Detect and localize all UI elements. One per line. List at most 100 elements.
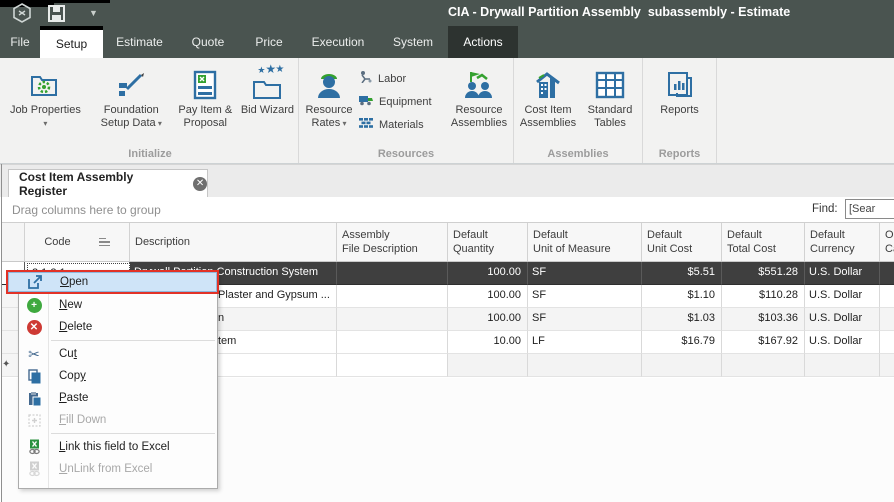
- grid-header-row: Code Description AssemblyFile Descriptio…: [2, 223, 894, 262]
- cell-clipped[interactable]: [880, 331, 894, 354]
- cell-default-quantity[interactable]: 100.00: [448, 308, 528, 331]
- cell-default-unit-cost[interactable]: $16.79: [642, 331, 722, 354]
- cell-default-quantity[interactable]: 100.00: [448, 285, 528, 308]
- open-icon: [27, 274, 43, 295]
- column-header-default-unit-cost[interactable]: DefaultUnit Cost: [642, 223, 722, 261]
- cell-default-uom[interactable]: LF: [528, 331, 642, 354]
- job-properties-button[interactable]: Job Properties: [2, 62, 89, 130]
- cell-assembly-file-description[interactable]: [337, 308, 448, 331]
- mouse-cursor: ✦: [2, 359, 10, 370]
- tab-price[interactable]: Price: [240, 26, 298, 58]
- cell-default-uom[interactable]: SF: [528, 262, 642, 285]
- cell-default-unit-cost[interactable]: [642, 354, 722, 377]
- standard-tables-button[interactable]: Standard Tables: [580, 62, 640, 130]
- ribbon: Job Properties Foundation Setup Data Pay…: [0, 58, 894, 164]
- materials-button[interactable]: Materials: [358, 116, 446, 133]
- tab-system[interactable]: System: [378, 26, 448, 58]
- menu-item-open-highlighted[interactable]: Open: [6, 270, 219, 294]
- cell-clipped[interactable]: [880, 262, 894, 285]
- labor-button[interactable]: Labor: [358, 70, 446, 87]
- cell-default-currency[interactable]: [805, 354, 880, 377]
- cut-icon: ✂: [25, 345, 43, 363]
- cell-default-currency[interactable]: U.S. Dollar: [805, 331, 880, 354]
- column-header-code[interactable]: Code: [25, 223, 130, 261]
- column-header-default-currency[interactable]: DefaultCurrency: [805, 223, 880, 261]
- menu-item-fill-down[interactable]: Fill Down: [19, 409, 217, 431]
- cell-default-currency[interactable]: U.S. Dollar: [805, 285, 880, 308]
- pay-item-proposal-button[interactable]: Pay Item & Proposal: [174, 62, 237, 130]
- excel-link-icon: [25, 438, 43, 456]
- pay-item-proposal-icon: [192, 66, 218, 104]
- tab-execution[interactable]: Execution: [298, 26, 378, 58]
- new-icon: +: [25, 296, 43, 314]
- cell-clipped[interactable]: [880, 354, 894, 377]
- menu-item-cut[interactable]: ✂ Cut: [19, 343, 217, 365]
- cell-default-uom[interactable]: SF: [528, 285, 642, 308]
- cell-default-unit-cost[interactable]: $1.10: [642, 285, 722, 308]
- cell-clipped[interactable]: [880, 308, 894, 331]
- ribbon-group-resources: Resource Rates Labor Equipment Materials: [299, 58, 514, 163]
- resource-assemblies-button[interactable]: Resource Assemblies: [446, 62, 512, 133]
- cell-default-total-cost[interactable]: $551.28: [722, 262, 805, 285]
- document-tab-cost-item-assembly-register[interactable]: Cost Item Assembly Register ✕: [8, 169, 208, 198]
- cell-default-uom[interactable]: [528, 354, 642, 377]
- tab-estimate[interactable]: Estimate: [103, 26, 176, 58]
- cost-item-assemblies-button[interactable]: Cost Item Assemblies: [516, 62, 580, 130]
- context-menu: + New ✕ Delete ✂ Cut Copy Paste Fill Dow…: [18, 270, 218, 489]
- column-header-default-quantity[interactable]: DefaultQuantity: [448, 223, 528, 261]
- job-properties-icon: [29, 66, 61, 104]
- cell-assembly-file-description[interactable]: [337, 331, 448, 354]
- menu-item-copy[interactable]: Copy: [19, 365, 217, 387]
- menu-item-new[interactable]: + New: [19, 294, 217, 316]
- equipment-button[interactable]: Equipment: [358, 93, 446, 110]
- quick-access-dropdown-icon[interactable]: ▼: [89, 8, 98, 18]
- tab-actions[interactable]: Actions: [448, 26, 518, 58]
- cell-default-quantity[interactable]: 10.00: [448, 331, 528, 354]
- column-header-assembly-file-description[interactable]: AssemblyFile Description: [337, 223, 448, 261]
- cell-default-unit-cost[interactable]: $5.51: [642, 262, 722, 285]
- menu-separator: [51, 340, 215, 341]
- menu-item-unlink-from-excel[interactable]: UnLink from Excel: [19, 458, 217, 480]
- tab-quote[interactable]: Quote: [176, 26, 240, 58]
- column-header-default-unit-of-measure[interactable]: DefaultUnit of Measure: [528, 223, 642, 261]
- tab-file[interactable]: File: [0, 26, 40, 58]
- excel-unlink-icon: [25, 460, 43, 478]
- cell-default-total-cost[interactable]: $167.92: [722, 331, 805, 354]
- group-by-band[interactable]: Drag columns here to group Find:: [2, 197, 894, 223]
- save-icon[interactable]: [48, 5, 65, 22]
- find-input[interactable]: [845, 199, 894, 219]
- cell-default-currency[interactable]: U.S. Dollar: [805, 308, 880, 331]
- cell-default-quantity[interactable]: 100.00: [448, 262, 528, 285]
- resource-assemblies-icon: [463, 66, 495, 104]
- cell-default-unit-cost[interactable]: $1.03: [642, 308, 722, 331]
- find-label: Find:: [812, 203, 838, 215]
- column-header-default-total-cost[interactable]: DefaultTotal Cost: [722, 223, 805, 261]
- cell-assembly-file-description[interactable]: [337, 354, 448, 377]
- column-header-clipped[interactable]: OCa: [880, 223, 894, 261]
- reports-button[interactable]: Reports: [645, 62, 715, 117]
- app-logo-icon: [12, 3, 32, 23]
- cell-default-total-cost[interactable]: $103.36: [722, 308, 805, 331]
- column-header-description[interactable]: Description: [130, 223, 337, 261]
- cell-assembly-file-description[interactable]: [337, 262, 448, 285]
- menu-item-link-to-excel[interactable]: Link this field to Excel: [19, 436, 217, 458]
- tab-setup[interactable]: Setup: [40, 26, 103, 58]
- cell-default-total-cost[interactable]: $110.28: [722, 285, 805, 308]
- group-label-assemblies: Assemblies: [514, 148, 642, 160]
- bid-wizard-button[interactable]: ★ ★ ★ Bid Wizard: [237, 62, 298, 130]
- cell-default-currency[interactable]: U.S. Dollar: [805, 262, 880, 285]
- cell-clipped[interactable]: [880, 285, 894, 308]
- resource-rates-button[interactable]: Resource Rates: [300, 62, 358, 133]
- application-window: ▼ CIA - Drywall Partition Assembly subas…: [0, 0, 894, 502]
- close-tab-icon[interactable]: ✕: [193, 177, 207, 191]
- cell-default-quantity[interactable]: [448, 354, 528, 377]
- cell-default-uom[interactable]: SF: [528, 308, 642, 331]
- menu-item-paste[interactable]: Paste: [19, 387, 217, 409]
- menu-item-delete[interactable]: ✕ Delete: [19, 316, 217, 338]
- dropdown-caret-icon: [43, 117, 47, 130]
- materials-icon: [358, 116, 374, 134]
- foundation-setup-data-button[interactable]: Foundation Setup Data: [89, 62, 174, 130]
- cell-default-total-cost[interactable]: [722, 354, 805, 377]
- ribbon-group-initialize: Job Properties Foundation Setup Data Pay…: [2, 58, 299, 163]
- cell-assembly-file-description[interactable]: [337, 285, 448, 308]
